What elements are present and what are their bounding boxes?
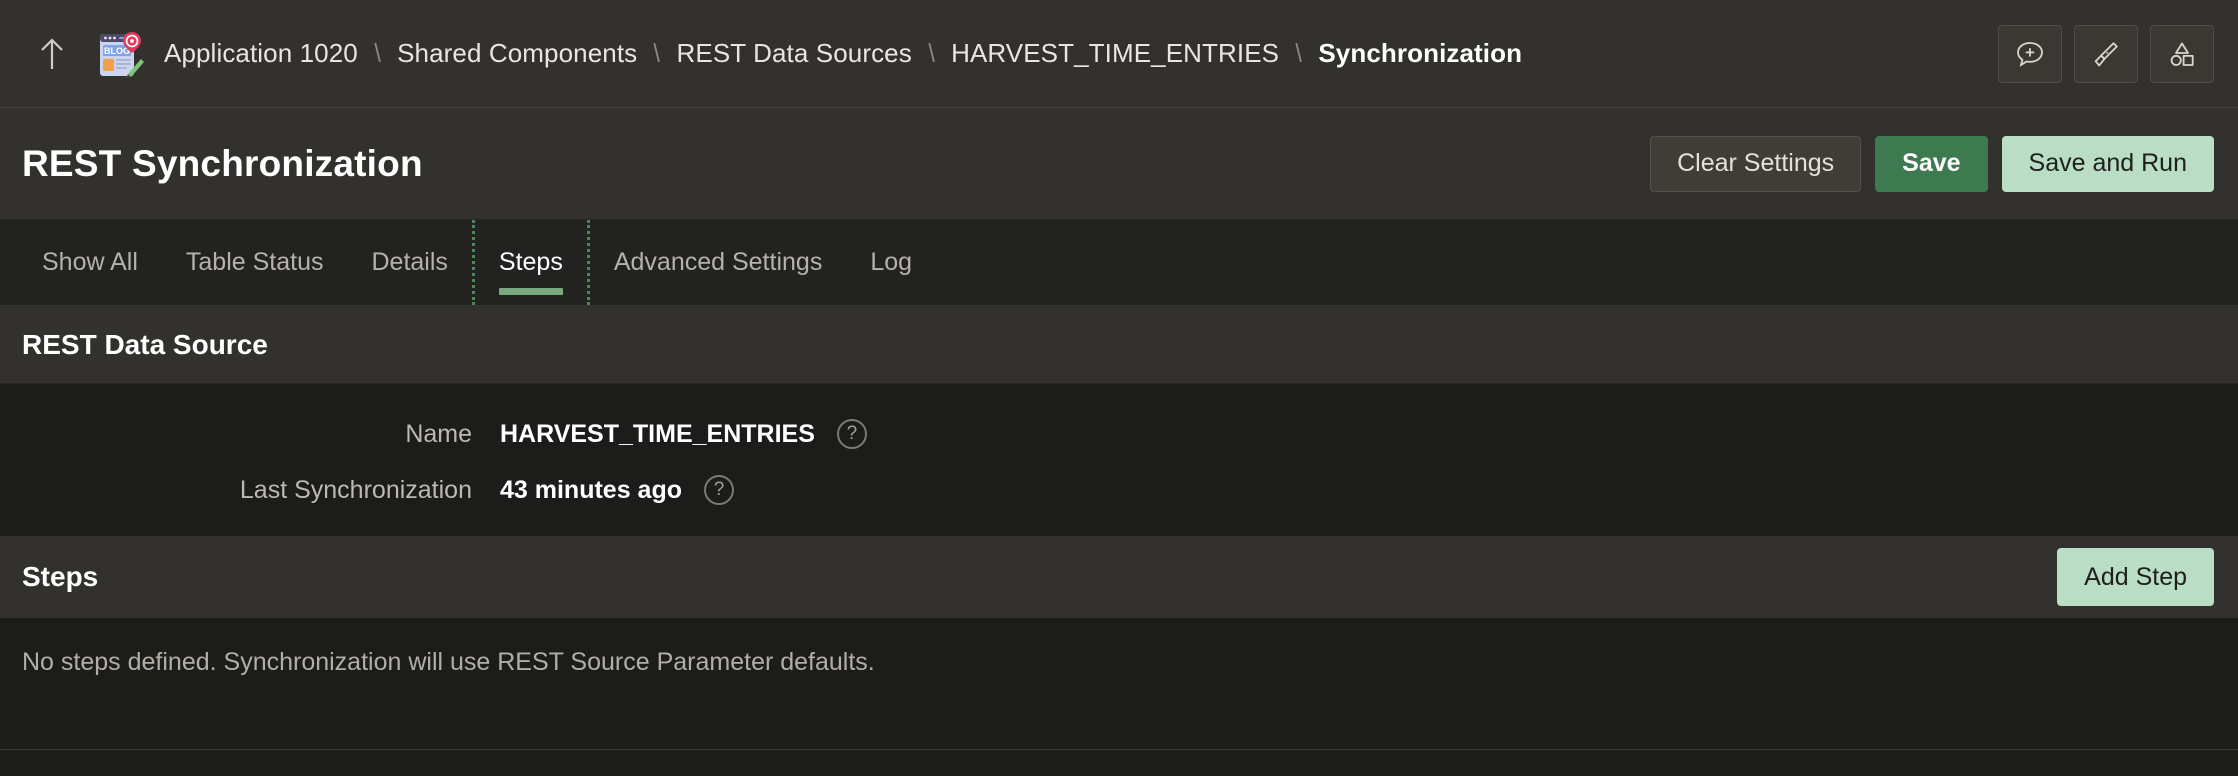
rest-synchronization-page: BLOG Application 1020 \ Shared Component… bbox=[0, 0, 2238, 776]
clear-settings-button[interactable]: Clear Settings bbox=[1650, 135, 1862, 192]
tabs-bar: Show All Table Status Details Steps Adva… bbox=[0, 220, 2238, 306]
breadcrumb-item-rest-data-sources[interactable]: REST Data Sources bbox=[677, 38, 912, 69]
steps-section-header: Steps Add Step bbox=[0, 536, 2238, 618]
page-title: REST Synchronization bbox=[22, 142, 423, 184]
blog-app-icon: BLOG bbox=[94, 28, 146, 80]
breadcrumb-item-application[interactable]: Application 1020 bbox=[164, 38, 358, 69]
rest-data-source-section-header: REST Data Source bbox=[0, 306, 2238, 384]
breadcrumb-separator: \ bbox=[374, 38, 381, 68]
tab-table-status[interactable]: Table Status bbox=[162, 220, 348, 305]
rest-data-source-fields: Name HARVEST_TIME_ENTRIES ? Last Synchro… bbox=[0, 384, 2238, 536]
steps-empty-message: No steps defined. Synchronization will u… bbox=[22, 648, 875, 676]
tab-show-all[interactable]: Show All bbox=[18, 220, 162, 305]
breadcrumb-item-synchronization: Synchronization bbox=[1318, 38, 1523, 68]
bottom-divider bbox=[0, 749, 2238, 750]
add-comment-icon bbox=[2015, 39, 2045, 69]
title-bar: REST Synchronization Clear Settings Save… bbox=[0, 108, 2238, 220]
breadcrumb-bar: BLOG Application 1020 \ Shared Component… bbox=[0, 0, 2238, 108]
section-title: REST Data Source bbox=[22, 328, 268, 360]
help-icon[interactable]: ? bbox=[704, 475, 734, 505]
field-row-name: Name HARVEST_TIME_ENTRIES ? bbox=[0, 406, 2238, 462]
field-label: Last Synchronization bbox=[239, 475, 472, 504]
shapes-icon bbox=[2167, 39, 2197, 69]
save-and-run-button[interactable]: Save and Run bbox=[2001, 135, 2214, 192]
arrow-up-icon bbox=[37, 37, 67, 71]
theme-roller-icon bbox=[2091, 39, 2121, 69]
save-button[interactable]: Save bbox=[1875, 135, 1988, 192]
tab-log[interactable]: Log bbox=[846, 220, 936, 305]
tab-label: Steps bbox=[498, 248, 563, 276]
breadcrumb-item-shared-components[interactable]: Shared Components bbox=[397, 38, 637, 69]
field-value-last-synchronization: 43 minutes ago bbox=[500, 475, 682, 504]
tab-label: Details bbox=[371, 248, 448, 276]
shapes-button[interactable] bbox=[2150, 24, 2214, 83]
tab-advanced-settings[interactable]: Advanced Settings bbox=[590, 220, 846, 305]
tab-label: Log bbox=[870, 248, 913, 276]
tab-details[interactable]: Details bbox=[347, 220, 471, 305]
field-value-name: HARVEST_TIME_ENTRIES bbox=[500, 419, 815, 448]
section-title: Steps bbox=[22, 561, 99, 592]
field-row-last-synchronization: Last Synchronization 43 minutes ago ? bbox=[0, 462, 2238, 518]
tab-label: Table Status bbox=[185, 248, 324, 276]
header-tools bbox=[1998, 24, 2214, 83]
help-icon[interactable]: ? bbox=[836, 419, 867, 449]
breadcrumb-separator: \ bbox=[653, 38, 661, 68]
title-actions: Clear Settings Save Save and Run bbox=[1650, 135, 2214, 192]
navigate-up-button[interactable] bbox=[30, 32, 74, 76]
field-label: Name bbox=[405, 419, 472, 448]
breadcrumb: Application 1020 \ Shared Components \ R… bbox=[164, 38, 1998, 69]
breadcrumb-separator: \ bbox=[1295, 38, 1302, 68]
tab-steps[interactable]: Steps bbox=[475, 220, 587, 305]
breadcrumb-separator: \ bbox=[928, 38, 935, 68]
tab-label: Show All bbox=[42, 248, 138, 276]
add-comment-button[interactable] bbox=[1998, 24, 2062, 83]
steps-body: No steps defined. Synchronization will u… bbox=[0, 618, 2238, 776]
breadcrumb-item-harvest-time-entries[interactable]: HARVEST_TIME_ENTRIES bbox=[951, 38, 1279, 69]
theme-roller-button[interactable] bbox=[2074, 24, 2138, 83]
add-step-button[interactable]: Add Step bbox=[2057, 548, 2214, 606]
tab-label: Advanced Settings bbox=[613, 248, 823, 276]
